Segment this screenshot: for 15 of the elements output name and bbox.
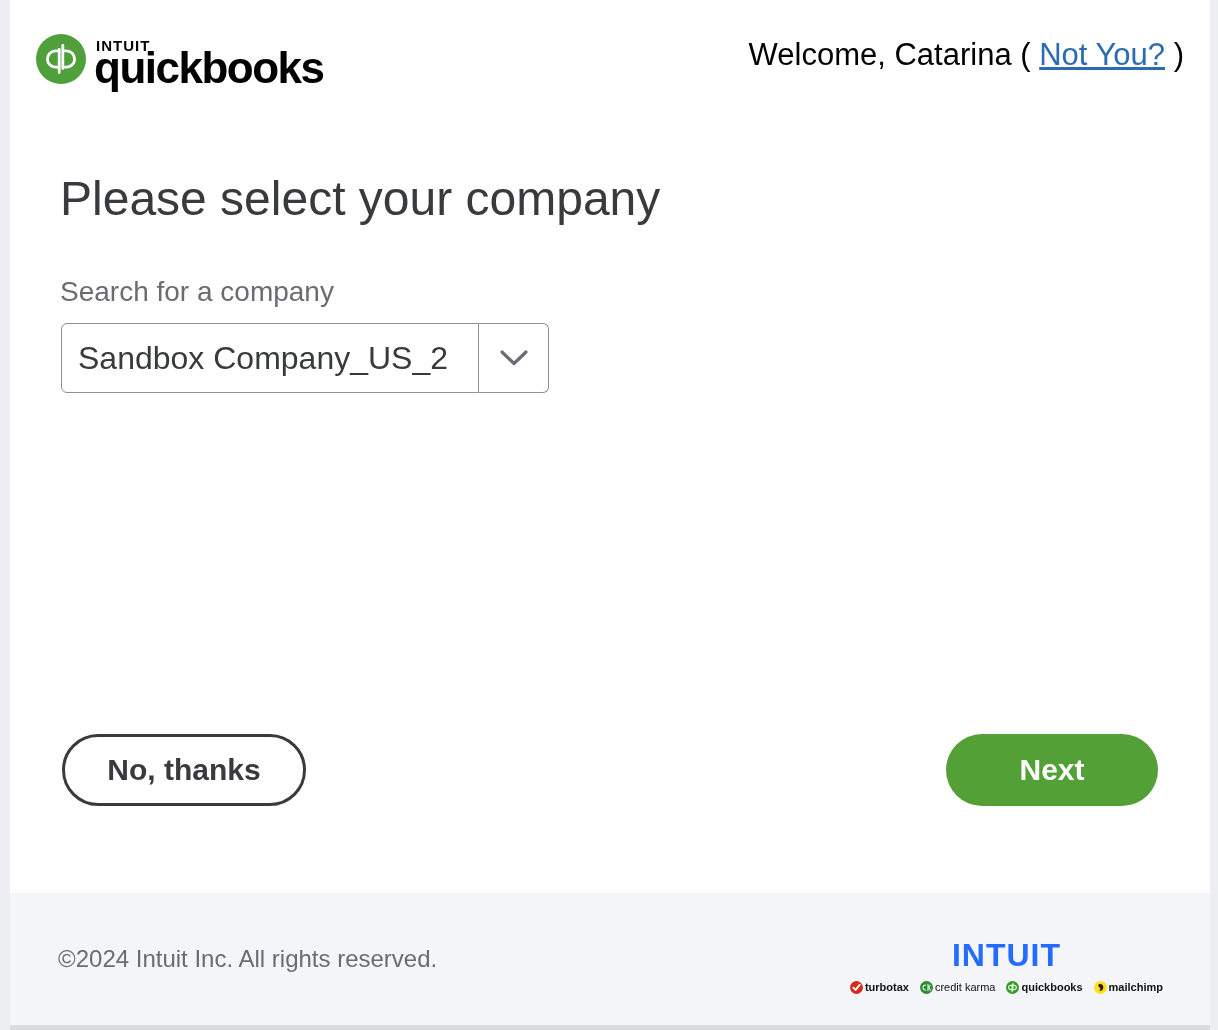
- copyright-text: ©2024 Intuit Inc. All rights reserved.: [58, 945, 438, 973]
- no-thanks-button[interactable]: No, thanks: [62, 734, 306, 806]
- intuit-logo: INTUIT: [951, 938, 1061, 971]
- page-heading: Please select your company: [60, 171, 661, 227]
- brand-name: quickbooks: [1021, 981, 1083, 993]
- field-label: Search for a company: [60, 274, 334, 309]
- welcome-message: Welcome, Catarina ( Not You? ): [748, 36, 1184, 74]
- company-search-field[interactable]: Sandbox Company_US_2: [61, 323, 479, 394]
- chevron-down-icon: [499, 350, 528, 367]
- brand-name: turbotax: [864, 981, 909, 993]
- not-you-link[interactable]: Not You?: [1039, 37, 1166, 72]
- brand-name: mailchimp: [1108, 981, 1163, 993]
- dropdown-toggle-button[interactable]: [479, 323, 549, 394]
- logo-icon: [36, 34, 86, 84]
- brand-name: credit karma: [934, 981, 996, 993]
